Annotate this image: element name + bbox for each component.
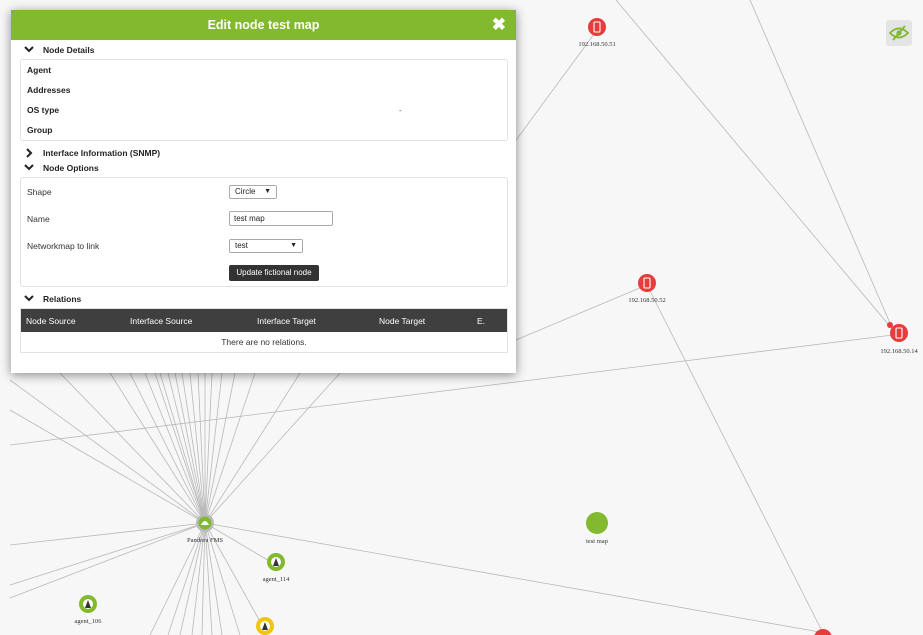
col-edit: E. (477, 315, 486, 326)
section-title: Node Options (43, 162, 99, 173)
map-node-label: test map (586, 538, 608, 545)
map-node-agent-114[interactable]: agent_114 (263, 553, 291, 583)
section-title: Interface Information (SNMP) (43, 147, 161, 158)
name-input[interactable]: test map (229, 211, 333, 226)
map-node-192-168-50-14[interactable]: 192.168.50.14 (880, 322, 918, 355)
dialog-title: Edit node test map (207, 18, 320, 32)
node-options-header[interactable]: Node Options (11, 158, 516, 177)
networkmap-value: test (235, 241, 248, 250)
map-node-label: 192.168.50.52 (628, 297, 665, 304)
relations-table: Node Source Interface Source Interface T… (20, 308, 508, 353)
shape-select[interactable]: Circle ▼ (229, 184, 277, 199)
map-node-warning-agent[interactable] (256, 617, 274, 635)
detail-label: Agent (27, 65, 52, 75)
edit-node-dialog: Edit node test map ✖ Node Details Agent … (11, 10, 516, 373)
detail-row-addresses: Addresses (21, 80, 507, 100)
chevron-down-icon (23, 45, 35, 55)
node-options-panel: Shape Circle ▼ Name test map Networkmap … (20, 177, 508, 287)
map-node-label: 192.168.50.14 (880, 348, 918, 355)
networkmap-label: Networkmap to link (27, 240, 100, 251)
close-icon[interactable]: ✖ (492, 15, 506, 35)
col-interface-source: Interface Source (130, 315, 193, 326)
update-fictional-node-button[interactable]: Update fictional node (229, 264, 319, 281)
detail-label: OS type (27, 105, 60, 115)
name-input-value: test map (234, 214, 265, 223)
map-node-test-map[interactable]: test map (586, 512, 608, 545)
detail-row-os-type: OS type - (21, 100, 507, 120)
relations-header[interactable]: Relations (11, 289, 516, 308)
update-row: Update fictional node (21, 259, 507, 286)
chevron-down-icon (23, 163, 35, 173)
eye-slash-icon (889, 25, 909, 41)
dialog-titlebar[interactable]: Edit node test map ✖ (11, 10, 516, 40)
networkmap-row: Networkmap to link test ▼ (21, 232, 507, 259)
relations-empty-message: There are no relations. (221, 337, 307, 347)
shape-value: Circle (235, 187, 256, 196)
detail-row-agent: Agent (21, 60, 507, 80)
map-node-label: agent_114 (263, 576, 291, 583)
shape-row: Shape Circle ▼ (21, 178, 507, 205)
map-node-partial-red[interactable] (814, 629, 832, 635)
map-node-label: agent_106 (74, 618, 102, 625)
name-row: Name test map (21, 205, 507, 232)
chevron-down-icon (23, 294, 35, 304)
node-details-header[interactable]: Node Details (11, 40, 516, 59)
name-label: Name (27, 213, 50, 224)
detail-label: Addresses (27, 85, 71, 95)
chevron-right-icon (23, 147, 35, 158)
shape-label: Shape (27, 186, 52, 197)
relations-table-header: Node Source Interface Source Interface T… (21, 309, 507, 332)
detail-value: - (399, 105, 402, 115)
networkmap-select[interactable]: test ▼ (229, 238, 303, 253)
caret-down-icon: ▼ (290, 242, 297, 249)
caret-down-icon: ▼ (264, 188, 271, 195)
toggle-visibility-button[interactable] (886, 20, 912, 46)
map-node-192-168-50-52[interactable]: 192.168.50.52 (628, 274, 666, 304)
col-interface-target: Interface Target (257, 315, 316, 326)
node-details-panel: Agent Addresses OS type - Group (20, 59, 508, 141)
section-title: Node Details (43, 44, 95, 55)
detail-row-group: Group (21, 120, 507, 140)
map-node-label: Pandora FMS (187, 537, 223, 544)
detail-label: Group (27, 125, 53, 135)
map-node-label: 192.168.50.51 (578, 41, 615, 48)
section-title: Relations (43, 293, 82, 304)
map-node-agent-106[interactable]: agent_106 (74, 595, 102, 625)
col-node-source: Node Source (26, 315, 76, 326)
map-node-192-168-50-51[interactable]: 192.168.50.51 (578, 18, 616, 48)
map-node-pandora-fms[interactable]: Pandora FMS (187, 514, 223, 544)
col-node-target: Node Target (379, 315, 426, 326)
